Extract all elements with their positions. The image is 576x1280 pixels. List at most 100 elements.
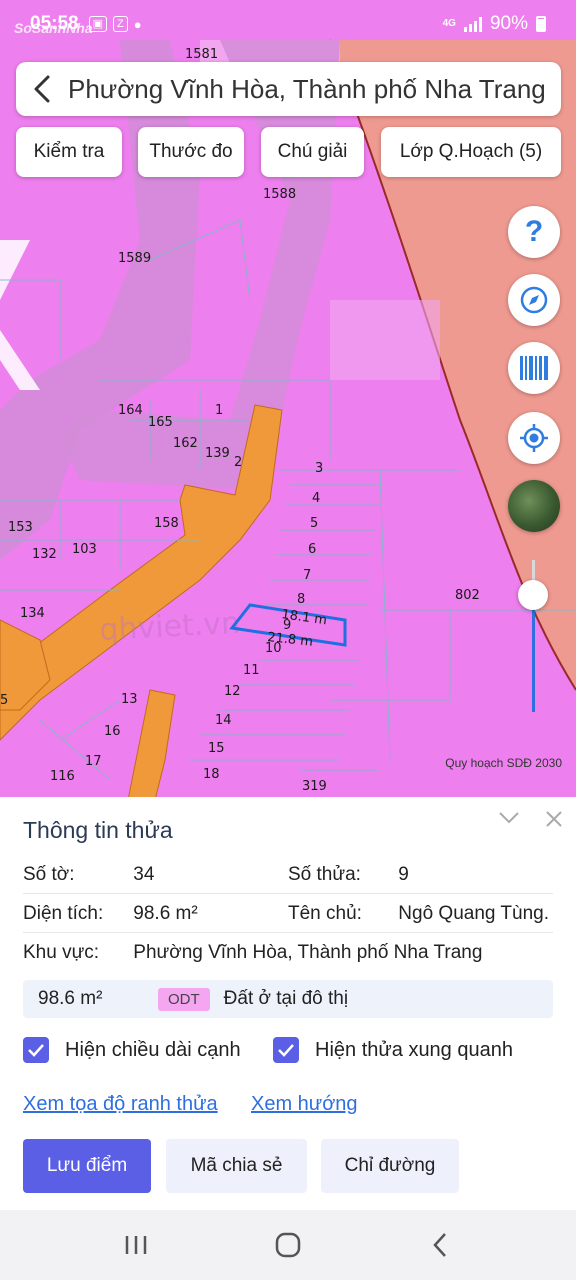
battery-icon xyxy=(536,16,546,32)
compass-icon xyxy=(520,286,548,314)
network-type: 4G xyxy=(442,18,456,29)
parcel-label: 153 xyxy=(8,520,33,535)
land-use-description: Đất ở tại đô thị xyxy=(223,988,349,1009)
show-neighbors-label: Hiện thửa xung quanh xyxy=(315,1038,513,1061)
parcel-number-value: 9 xyxy=(398,864,409,885)
sheet-number-label: Số tờ: xyxy=(23,864,75,885)
parcel-label: 12 xyxy=(224,684,241,699)
parcel-info-panel: Thông tin thửa Số tờ: 34 Số thửa: 9 Diện… xyxy=(0,797,576,1210)
parcel-label: 1588 xyxy=(263,187,296,202)
home-icon xyxy=(275,1232,301,1258)
area-row: Diện tích: 98.6 m² xyxy=(23,903,198,925)
parcel-label: 132 xyxy=(32,547,57,562)
panel-title: Thông tin thửa xyxy=(23,817,173,843)
parcel-label: 17 xyxy=(85,754,102,769)
land-use-row: 98.6 m² ODT Đất ở tại đô thị xyxy=(23,980,553,1018)
parcel-label: 3 xyxy=(315,461,323,476)
parcel-label: 18 xyxy=(203,767,220,782)
chevron-down-icon[interactable] xyxy=(498,811,520,825)
parcel-label: 164 xyxy=(118,403,143,418)
dot-icon: ● xyxy=(133,16,142,32)
parcel-label: 319 xyxy=(302,779,327,794)
satellite-layer-button[interactable] xyxy=(508,480,560,532)
area-value: 98.6 m² xyxy=(133,903,198,924)
parcel-label: 1581 xyxy=(185,47,218,62)
map-faint-watermark: qhviet.vn xyxy=(99,606,241,648)
parcel-label: 158 xyxy=(154,516,179,531)
divider xyxy=(23,932,553,933)
directions-button[interactable]: Chỉ đường xyxy=(321,1139,459,1193)
show-edge-length-checkbox[interactable]: Hiện chiều dài cạnh xyxy=(23,1037,241,1063)
location-bar[interactable]: Phường Vĩnh Hòa, Thành phố Nha Trang xyxy=(16,62,561,116)
region-value: Phường Vĩnh Hòa, Thành phố Nha Trang xyxy=(133,942,483,963)
owner-value: Ngô Quang Tùng. xyxy=(398,903,549,924)
land-use-area: 98.6 m² xyxy=(38,988,103,1009)
location-title: Phường Vĩnh Hòa, Thành phố Nha Trang xyxy=(68,73,546,104)
zoom-slider-thumb[interactable] xyxy=(518,580,548,610)
compass-button[interactable] xyxy=(508,274,560,326)
parcel-label: 5 xyxy=(310,516,318,531)
map-canvas[interactable]: qhviet.vn 18.1 m 21.8 m 1581 1588 1589 1… xyxy=(0,0,576,800)
sheet-number-value: 34 xyxy=(133,864,155,885)
nav-back-icon xyxy=(433,1233,446,1257)
area-label: Diện tích: xyxy=(23,903,104,924)
close-icon[interactable] xyxy=(544,809,564,829)
view-boundary-coords-link[interactable]: Xem tọa độ ranh thửa xyxy=(23,1093,218,1116)
signal-icon xyxy=(463,16,482,32)
parcel-label: 6 xyxy=(308,542,316,557)
parcel-label: 16 xyxy=(104,724,121,739)
sheet-number-row: Số tờ: 34 xyxy=(23,864,154,886)
recent-apps-icon xyxy=(125,1236,147,1254)
measure-chip[interactable]: Thước đo xyxy=(138,127,244,177)
plan-layer-label: Quy hoạch SDĐ 2030 xyxy=(445,756,562,770)
notification-icons: ▣ Z ● xyxy=(88,16,142,32)
locate-button[interactable] xyxy=(508,412,560,464)
parcel-label: 14 xyxy=(215,713,232,728)
parcel-label: 11 xyxy=(243,663,260,678)
parcel-label: 9 xyxy=(283,618,291,633)
checkbox-checked-icon xyxy=(273,1037,299,1063)
check-chip[interactable]: Kiểm tra xyxy=(16,127,122,177)
back-button[interactable] xyxy=(16,62,68,116)
parcel-label: 802 xyxy=(455,588,480,603)
parcel-label: 2 xyxy=(234,455,242,470)
checkbox-checked-icon xyxy=(23,1037,49,1063)
help-icon: ? xyxy=(524,215,544,248)
help-button[interactable]: ? xyxy=(508,206,560,258)
owner-label: Tên chủ: xyxy=(288,903,362,924)
parcel-label: 103 xyxy=(72,542,97,557)
nav-back-button[interactable] xyxy=(410,1220,470,1270)
home-button[interactable] xyxy=(258,1220,318,1270)
view-direction-link[interactable]: Xem hướng xyxy=(251,1093,358,1116)
parcel-label: 165 xyxy=(148,415,173,430)
show-neighbors-checkbox[interactable]: Hiện thửa xung quanh xyxy=(273,1037,513,1063)
parcel-label: 13 xyxy=(121,692,138,707)
parcel-label: 1 xyxy=(215,403,223,418)
parcel-label: 116 xyxy=(50,769,75,784)
owner-row: Tên chủ: Ngô Quang Tùng. xyxy=(288,903,549,925)
plan-layer-chip[interactable]: Lớp Q.Hoạch (5) xyxy=(381,127,561,177)
parcel-label: 162 xyxy=(173,436,198,451)
battery-percent: 90% xyxy=(489,13,528,34)
parcel-label: 5 xyxy=(0,693,8,708)
watermark-logo: SoSanhNha xyxy=(14,20,93,36)
barcode-icon xyxy=(520,356,548,380)
parcel-label: 15 xyxy=(208,741,225,756)
parcel-label: 7 xyxy=(303,568,311,583)
legend-chip[interactable]: Chú giải xyxy=(261,127,364,177)
land-use-code-badge: ODT xyxy=(158,987,210,1011)
parcel-label: 1589 xyxy=(118,251,151,266)
zalo-notification-icon: Z xyxy=(113,16,128,32)
locate-icon xyxy=(520,424,548,452)
back-arrow-icon xyxy=(34,75,50,103)
parcel-number-row: Số thửa: 9 xyxy=(288,864,409,886)
barcode-button[interactable] xyxy=(508,342,560,394)
share-code-button[interactable]: Mã chia sẻ xyxy=(166,1139,307,1193)
parcel-label: 4 xyxy=(312,491,320,506)
show-edge-length-label: Hiện chiều dài cạnh xyxy=(65,1038,241,1061)
divider xyxy=(23,893,553,894)
map-view[interactable]: qhviet.vn 18.1 m 21.8 m 1581 1588 1589 1… xyxy=(0,0,576,800)
region-label: Khu vực: xyxy=(23,942,100,963)
recent-apps-button[interactable] xyxy=(106,1220,166,1270)
save-point-button[interactable]: Lưu điểm xyxy=(23,1139,151,1193)
